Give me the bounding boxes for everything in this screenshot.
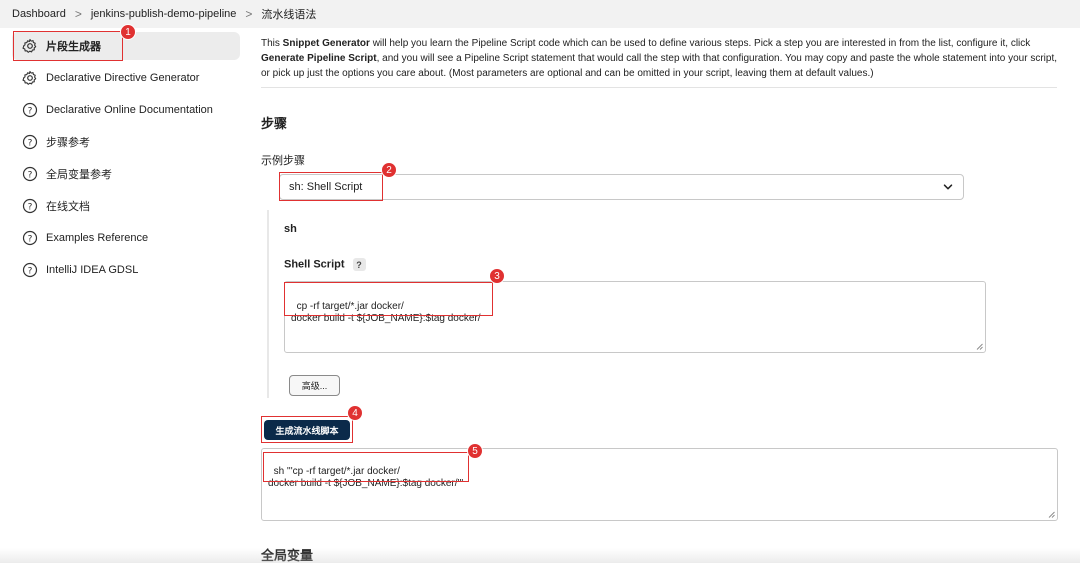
shell-script-label: Shell Script? (284, 258, 366, 271)
sidebar-item-label: Examples Reference (46, 232, 149, 244)
generate-pipeline-script-button[interactable]: 生成流水线脚本 (264, 420, 350, 440)
sidebar-item-global-variables-reference[interactable]: ? 全局变量参考 (12, 158, 240, 190)
breadcrumb-pipeline[interactable]: jenkins-publish-demo-pipeline (91, 8, 237, 20)
sidebar-item-declarative-directive-generator[interactable]: Declarative Directive Generator (12, 62, 240, 94)
main-content: This Snippet Generator will help you lea… (261, 36, 1057, 88)
chevron-down-icon (943, 184, 953, 190)
gear-icon (22, 38, 38, 54)
shell-script-textarea[interactable]: cp -rf target/*.jar docker/ docker build… (284, 281, 986, 353)
help-circle-icon: ? (22, 102, 38, 118)
svg-text:?: ? (28, 266, 33, 276)
sidebar-item-declarative-online-documentation[interactable]: ? Declarative Online Documentation (12, 94, 240, 126)
sample-step-selected-value: sh: Shell Script (289, 181, 363, 193)
intro-part: This (261, 38, 283, 49)
advanced-button[interactable]: 高级... (289, 375, 340, 396)
annotation-number: 4 (347, 405, 363, 421)
gear-icon (22, 70, 38, 86)
sidebar-item-label: Declarative Online Documentation (46, 104, 213, 116)
shell-script-label-text: Shell Script (284, 258, 345, 271)
sample-step-select[interactable]: sh: Shell Script (279, 174, 964, 200)
svg-text:?: ? (28, 138, 33, 148)
breadcrumb-pipeline-syntax[interactable]: 流水线语法 (261, 6, 316, 22)
sidebar-item-online-docs[interactable]: ? 在线文档 (12, 190, 240, 222)
step-name: sh (284, 223, 297, 235)
sidebar-item-snippet-generator[interactable]: 片段生成器 (12, 32, 240, 60)
sidebar-item-steps-reference[interactable]: ? 步骤参考 (12, 126, 240, 158)
sidebar: 片段生成器 Declarative Directive Generator ? … (12, 32, 240, 286)
svg-text:?: ? (28, 170, 33, 180)
sidebar-item-label: Declarative Directive Generator (46, 72, 200, 84)
intro-bold-snippet-generator: Snippet Generator (282, 38, 370, 49)
help-icon[interactable]: ? (352, 258, 366, 271)
svg-text:?: ? (28, 234, 33, 244)
svg-text:?: ? (28, 202, 33, 212)
intro-part: will help you learn the Pipeline Script … (369, 38, 1031, 49)
generated-script-output[interactable]: sh '''cp -rf target/*.jar docker/ docker… (261, 448, 1058, 521)
sample-step-label: 示例步骤 (261, 155, 305, 167)
help-circle-icon: ? (22, 166, 38, 182)
bottom-fade (0, 548, 1080, 563)
shell-script-value: cp -rf target/*.jar docker/ docker build… (291, 301, 481, 324)
breadcrumb-separator: > (74, 7, 82, 21)
breadcrumb-separator: > (245, 7, 253, 21)
sidebar-item-label: 片段生成器 (46, 41, 101, 53)
intro-bold-generate-pipeline-script: Generate Pipeline Script (261, 53, 377, 64)
svg-text:?: ? (28, 106, 33, 116)
sidebar-item-label: 在线文档 (46, 201, 90, 213)
help-circle-icon: ? (22, 198, 38, 214)
steps-section-title: 步骤 (261, 116, 288, 131)
sidebar-item-label: 全局变量参考 (46, 169, 112, 181)
breadcrumb: Dashboard > jenkins-publish-demo-pipelin… (0, 0, 1080, 28)
sidebar-item-label: IntelliJ IDEA GDSL (46, 264, 139, 276)
global-variables-section-title: 全局变量 (261, 548, 314, 563)
sidebar-item-intellij-gdsl[interactable]: ? IntelliJ IDEA GDSL (12, 254, 240, 286)
sidebar-item-examples-reference[interactable]: ? Examples Reference (12, 222, 240, 254)
help-circle-icon: ? (22, 230, 38, 246)
resize-grip-icon[interactable] (976, 343, 983, 350)
help-circle-icon: ? (22, 262, 38, 278)
resize-grip-icon[interactable] (1048, 511, 1055, 518)
sidebar-item-label: 步骤参考 (46, 137, 90, 149)
help-circle-icon: ? (22, 134, 38, 150)
generated-script-value: sh '''cp -rf target/*.jar docker/ docker… (268, 466, 464, 489)
intro-part: , and you will see a Pipeline Script sta… (261, 53, 1057, 79)
breadcrumb-dashboard[interactable]: Dashboard (12, 8, 66, 20)
intro-text: This Snippet Generator will help you lea… (261, 36, 1057, 88)
